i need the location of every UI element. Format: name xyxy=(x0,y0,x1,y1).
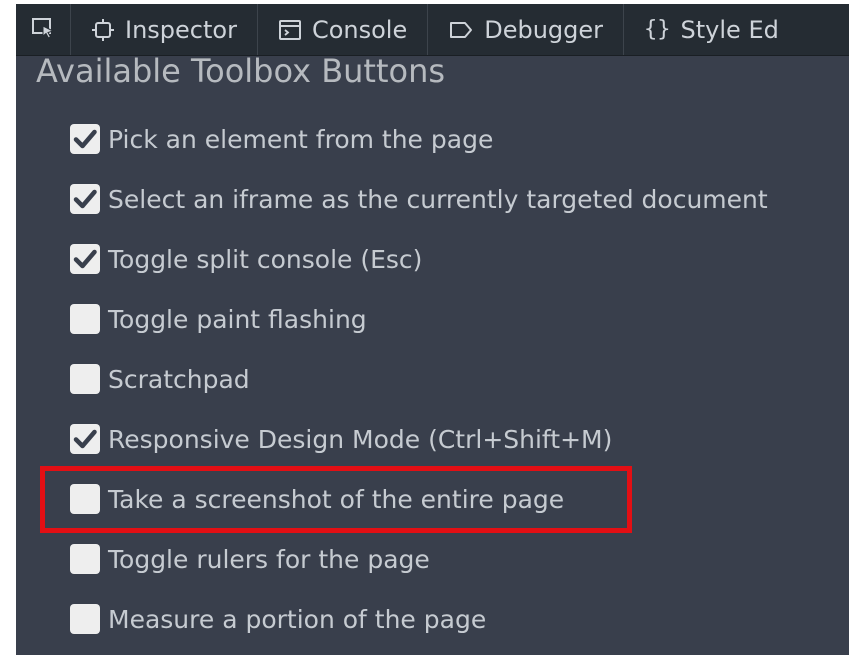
checkbox[interactable] xyxy=(70,124,100,154)
option-split-console[interactable]: Toggle split console (Esc) xyxy=(70,242,422,276)
option-responsive-design-mode[interactable]: Responsive Design Mode (Ctrl+Shift+M) xyxy=(70,422,612,456)
option-pick-element[interactable]: Pick an element from the page xyxy=(70,122,493,156)
option-rulers[interactable]: Toggle rulers for the page xyxy=(70,542,430,576)
option-label: Responsive Design Mode (Ctrl+Shift+M) xyxy=(108,424,613,454)
option-measure[interactable]: Measure a portion of the page xyxy=(70,602,486,636)
option-label: Measure a portion of the page xyxy=(108,604,487,634)
checkbox[interactable] xyxy=(70,544,100,574)
checkbox[interactable] xyxy=(70,604,100,634)
toolbox-button-options: Pick an element from the page Select an … xyxy=(16,4,849,655)
devtools-options-panel: Inspector Console Debugger {} Style Ed A… xyxy=(16,4,849,655)
checkbox[interactable] xyxy=(70,244,100,274)
checkmark-icon xyxy=(73,249,97,269)
checkbox[interactable] xyxy=(70,484,100,514)
checkmark-icon xyxy=(73,429,97,449)
checkbox[interactable] xyxy=(70,304,100,334)
checkbox[interactable] xyxy=(70,424,100,454)
option-label: Toggle rulers for the page xyxy=(108,544,430,574)
option-scratchpad[interactable]: Scratchpad xyxy=(70,362,250,396)
option-label: Toggle split console (Esc) xyxy=(108,244,423,274)
option-label: Take a screenshot of the entire page xyxy=(108,484,565,514)
checkbox[interactable] xyxy=(70,184,100,214)
option-select-iframe[interactable]: Select an iframe as the currently target… xyxy=(70,182,768,216)
option-screenshot[interactable]: Take a screenshot of the entire page xyxy=(70,482,564,516)
checkmark-icon xyxy=(73,189,97,209)
option-paint-flashing[interactable]: Toggle paint flashing xyxy=(70,302,367,336)
checkbox[interactable] xyxy=(70,364,100,394)
option-label: Toggle paint flashing xyxy=(108,304,367,334)
option-label: Select an iframe as the currently target… xyxy=(108,184,768,214)
checkmark-icon xyxy=(73,129,97,149)
option-label: Pick an element from the page xyxy=(108,124,494,154)
option-label: Scratchpad xyxy=(108,364,250,394)
